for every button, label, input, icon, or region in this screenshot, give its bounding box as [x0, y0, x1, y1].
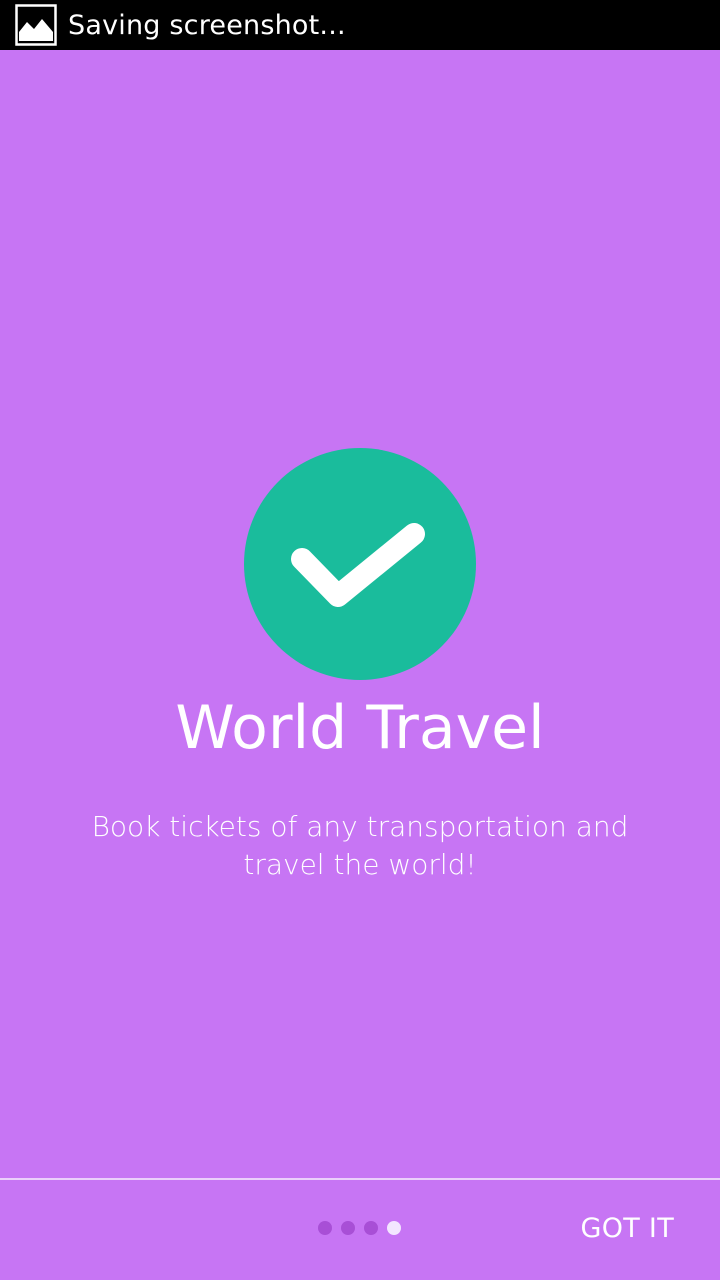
page-dot[interactable]	[364, 1221, 378, 1235]
page-indicator	[318, 1221, 401, 1235]
bottom-divider	[0, 1178, 720, 1180]
page-dot[interactable]	[341, 1221, 355, 1235]
got-it-button[interactable]: GOT IT	[580, 1213, 674, 1244]
image-icon	[15, 4, 57, 46]
checkmark-icon	[291, 523, 425, 607]
page-description: Book tickets of any transportation and t…	[91, 810, 629, 881]
page-title: World Travel	[175, 693, 545, 763]
hero-circle	[244, 448, 476, 680]
status-bar: Saving screenshot...	[0, 0, 720, 50]
status-text: Saving screenshot...	[68, 9, 346, 41]
page-dot-active[interactable]	[387, 1221, 401, 1235]
page-dot[interactable]	[318, 1221, 332, 1235]
onboarding-screen: World Travel Book tickets of any transpo…	[0, 50, 720, 1280]
